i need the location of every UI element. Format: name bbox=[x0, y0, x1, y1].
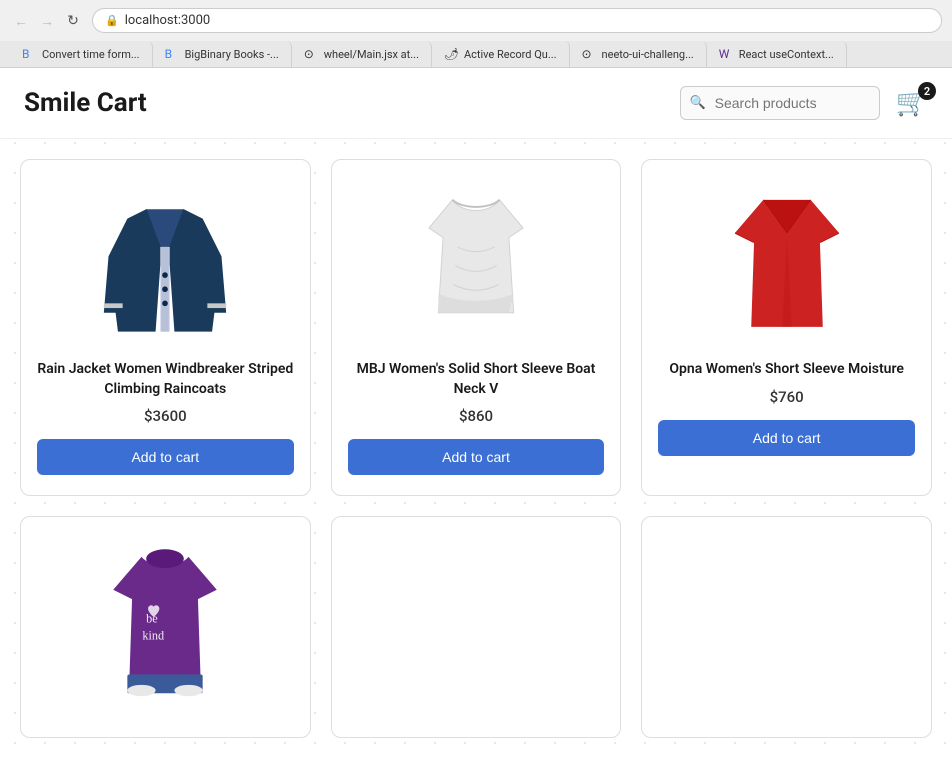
lock-icon: 🔒 bbox=[105, 14, 119, 27]
product-name-2: MBJ Women's Solid Short Sleeve Boat Neck… bbox=[348, 360, 605, 399]
tab-label-3: wheel/Main.jsx at... bbox=[324, 48, 419, 61]
app-title: Smile Cart bbox=[24, 88, 147, 118]
svg-text:kind: kind bbox=[143, 629, 165, 643]
cart-badge: 2 bbox=[918, 82, 936, 100]
tab-favicon-2: B bbox=[165, 47, 179, 61]
browser-tab-6[interactable]: W React useContext... bbox=[707, 41, 847, 67]
product-card-4: be kind bbox=[20, 516, 311, 738]
product-card-3: Opna Women's Short Sleeve Moisture $760 … bbox=[641, 159, 932, 496]
product-card-1: Rain Jacket Women Windbreaker Striped Cl… bbox=[20, 159, 311, 496]
add-to-cart-button-2[interactable]: Add to cart bbox=[348, 439, 605, 475]
tab-favicon-4: 🌶 bbox=[444, 47, 458, 61]
browser-tab-1[interactable]: B Convert time form... bbox=[10, 41, 153, 67]
reload-button[interactable]: ↻ bbox=[62, 10, 84, 32]
products-grid: Rain Jacket Women Windbreaker Striped Cl… bbox=[0, 139, 952, 758]
browser-tabs-bar: B Convert time form... B BigBinary Books… bbox=[0, 41, 952, 67]
tab-favicon-3: ⊙ bbox=[304, 47, 318, 61]
tab-label-2: BigBinary Books -... bbox=[185, 48, 279, 61]
browser-tab-3[interactable]: ⊙ wheel/Main.jsx at... bbox=[292, 41, 432, 67]
product-price-3: $760 bbox=[770, 388, 804, 406]
header-right: 🔍 🛒 2 bbox=[680, 86, 928, 120]
product-image-2 bbox=[406, 181, 546, 341]
app-container: Smile Cart 🔍 🛒 2 bbox=[0, 68, 952, 758]
tab-label-6: React useContext... bbox=[739, 48, 834, 61]
address-bar[interactable]: 🔒 localhost:3000 bbox=[92, 8, 942, 33]
product-image-3 bbox=[717, 181, 857, 341]
search-icon: 🔍 bbox=[690, 96, 706, 111]
browser-tab-5[interactable]: ⊙ neeto-ui-challeng... bbox=[570, 41, 707, 67]
cart-button[interactable]: 🛒 2 bbox=[896, 88, 928, 118]
add-to-cart-button-3[interactable]: Add to cart bbox=[658, 420, 915, 456]
product-card-5 bbox=[331, 516, 622, 738]
product-image-container-4: be kind bbox=[37, 533, 294, 703]
back-button[interactable]: ← bbox=[10, 10, 32, 32]
product-card-2: MBJ Women's Solid Short Sleeve Boat Neck… bbox=[331, 159, 622, 496]
browser-tab-2[interactable]: B BigBinary Books -... bbox=[153, 41, 292, 67]
search-wrapper: 🔍 bbox=[680, 86, 880, 120]
product-image-4: be kind bbox=[95, 538, 235, 698]
add-to-cart-button-1[interactable]: Add to cart bbox=[37, 439, 294, 475]
product-image-container-1 bbox=[37, 176, 294, 346]
browser-tab-4[interactable]: 🌶 Active Record Qu... bbox=[432, 41, 570, 67]
tab-label-4: Active Record Qu... bbox=[464, 48, 557, 61]
product-name-1: Rain Jacket Women Windbreaker Striped Cl… bbox=[37, 360, 294, 399]
tab-favicon-6: W bbox=[719, 47, 733, 61]
app-header: Smile Cart 🔍 🛒 2 bbox=[0, 68, 952, 139]
tab-label-1: Convert time form... bbox=[42, 48, 140, 61]
url-text: localhost:3000 bbox=[125, 13, 211, 28]
tab-label-5: neeto-ui-challeng... bbox=[602, 48, 694, 61]
product-name-3: Opna Women's Short Sleeve Moisture bbox=[669, 360, 904, 380]
product-price-2: $860 bbox=[459, 407, 493, 425]
browser-chrome: ← → ↻ 🔒 localhost:3000 B Convert time fo… bbox=[0, 0, 952, 68]
browser-toolbar: ← → ↻ 🔒 localhost:3000 bbox=[0, 0, 952, 41]
product-image-container-2 bbox=[348, 176, 605, 346]
tab-favicon-5: ⊙ bbox=[582, 47, 596, 61]
product-price-1: $3600 bbox=[144, 407, 187, 425]
product-image-container-3 bbox=[658, 176, 915, 346]
forward-button[interactable]: → bbox=[36, 10, 58, 32]
tab-favicon-1: B bbox=[22, 47, 36, 61]
search-input[interactable] bbox=[680, 86, 880, 120]
product-card-6 bbox=[641, 516, 932, 738]
product-image-1 bbox=[95, 181, 235, 341]
nav-buttons: ← → ↻ bbox=[10, 10, 84, 32]
